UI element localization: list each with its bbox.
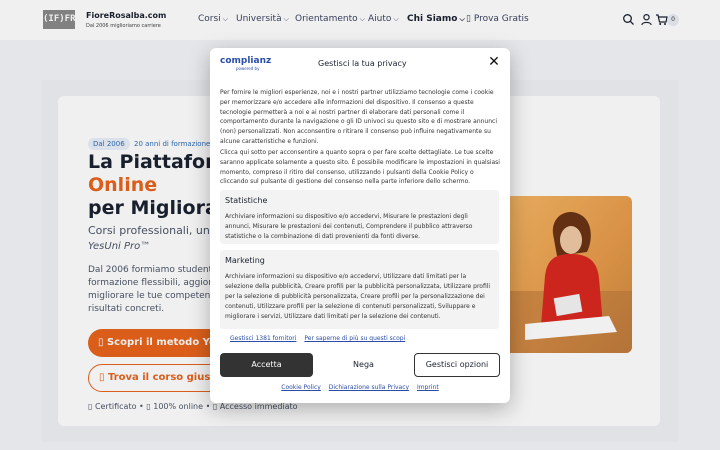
deny-button[interactable]: Nega — [318, 353, 409, 377]
learn-purposes-link[interactable]: Per saperne di più su questi scopi — [304, 335, 405, 342]
cookie-policy-link[interactable]: Cookie Policy — [281, 384, 321, 391]
section-description: Archiviare informazioni su dispositivo e… — [225, 273, 491, 320]
complianz-logo: complianz — [220, 56, 272, 66]
consent-section-statistics: Statistiche Archiviare informazioni su d… — [220, 190, 499, 244]
imprint-link[interactable]: Imprint — [417, 384, 439, 391]
consent-instructions: Clicca qui sotto per acconsentire a quan… — [220, 149, 500, 186]
consent-title: Gestisci la tua privacy — [318, 59, 407, 68]
consent-intro: Per fornire le migliori esperienze, noi … — [220, 89, 498, 145]
complianz-powered-by: powered by — [236, 66, 260, 71]
accept-button[interactable]: Accetta — [220, 353, 313, 377]
consent-modal: complianz powered by Gestisci la tua pri… — [210, 48, 510, 403]
close-icon[interactable]: ✕ — [486, 54, 502, 70]
privacy-statement-link[interactable]: Dichiarazione sulla Privacy — [329, 384, 409, 391]
manage-options-button[interactable]: Gestisci opzioni — [414, 353, 500, 377]
manage-vendors-link[interactable]: Gestisci 1381 fornitori — [230, 335, 296, 342]
consent-links: Gestisci 1381 fornitori Per saperne di p… — [230, 335, 411, 342]
consent-footer-links: Cookie Policy Dichiarazione sulla Privac… — [210, 384, 510, 391]
section-title: Marketing — [225, 256, 265, 265]
section-title: Statistiche — [225, 196, 268, 205]
consent-section-marketing: Marketing Archiviare informazioni su dis… — [220, 250, 499, 329]
section-description: Archiviare informazioni su dispositivo e… — [225, 213, 473, 240]
